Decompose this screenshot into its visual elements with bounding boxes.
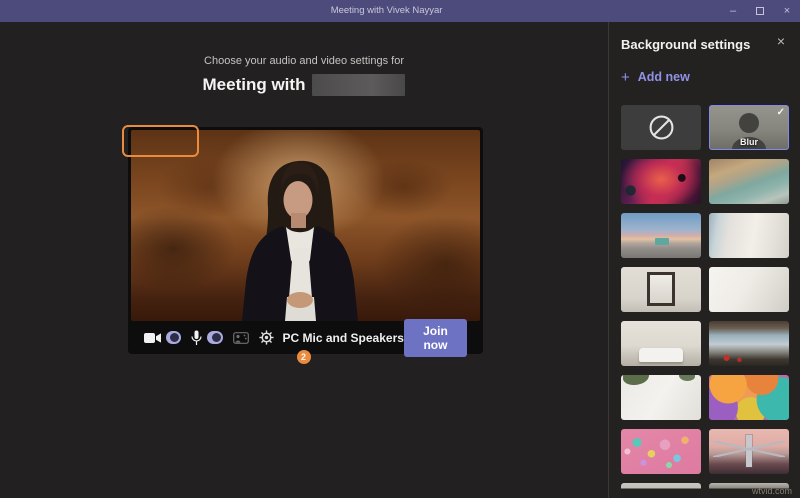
window-controls: – ×	[726, 0, 794, 22]
background-settings-panel: Background settings × + Add new ✓ Blur 1	[608, 22, 800, 498]
background-tile-colorful-balloons[interactable]	[709, 375, 789, 420]
none-icon	[648, 114, 675, 141]
selected-check-icon: ✓	[777, 107, 785, 118]
camera-icon	[144, 332, 161, 344]
camera-toggle[interactable]	[166, 331, 181, 344]
panel-title: Background settings	[621, 37, 750, 52]
camera-preview	[131, 130, 480, 321]
background-tile-white-bedroom[interactable]	[621, 321, 701, 366]
annotation-badge-step2: 2	[297, 350, 311, 364]
background-tile-none[interactable]	[621, 105, 701, 150]
mic-icon	[191, 330, 202, 346]
video-preview-stage: PC Mic and Speakers Join now 2	[128, 127, 483, 354]
redacted-meeting-name	[312, 74, 405, 96]
background-tile-blur[interactable]: ✓ Blur 1	[709, 105, 789, 150]
prejoin-main: Choose your audio and video settings for…	[0, 22, 608, 498]
settings-gear-icon[interactable]	[259, 330, 274, 345]
background-effects-icon[interactable]	[233, 332, 249, 344]
device-toolbar: PC Mic and Speakers Join now 2	[131, 321, 480, 354]
panel-close-icon[interactable]: ×	[777, 33, 785, 49]
mic-toggle[interactable]	[207, 331, 222, 344]
background-tile-bright-minimal-room[interactable]	[709, 267, 789, 312]
maximize-icon	[756, 7, 764, 15]
add-new-button[interactable]: + Add new	[621, 70, 800, 84]
title-bar: Meeting with Vivek Nayyar – ×	[0, 0, 800, 22]
join-now-button[interactable]: Join now	[404, 319, 467, 357]
prejoin-subtitle: Choose your audio and video settings for	[0, 55, 608, 67]
meeting-title-row: Meeting with	[0, 74, 608, 96]
watermark: wtvid.com	[752, 486, 792, 496]
maximize-button[interactable]	[753, 0, 767, 22]
add-new-label: Add new	[638, 70, 690, 84]
background-tile-mirror-room[interactable]	[621, 267, 701, 312]
background-tile-white-room-window[interactable]	[709, 213, 789, 258]
person-silhouette	[131, 130, 480, 321]
background-tile-desert-campsite[interactable]	[621, 213, 701, 258]
panel-header: Background settings ×	[609, 22, 800, 54]
toggle-knob	[170, 333, 179, 342]
close-button[interactable]: ×	[780, 0, 794, 22]
blur-silhouette-head	[739, 113, 759, 133]
window-title: Meeting with Vivek Nayyar	[331, 0, 443, 22]
toggle-knob	[212, 333, 221, 342]
background-tile-pastel-balloons[interactable]	[621, 429, 701, 474]
device-label[interactable]: PC Mic and Speakers	[283, 331, 404, 345]
meeting-title: Meeting with	[203, 75, 306, 95]
plus-icon: +	[621, 71, 630, 84]
background-grid: ✓ Blur 1	[621, 105, 790, 498]
background-tile-plant-interior[interactable]	[621, 375, 701, 420]
blur-label: Blur	[710, 137, 788, 147]
minimize-button[interactable]: –	[726, 0, 740, 22]
background-tile-bridge-illustration[interactable]	[709, 429, 789, 474]
background-tile-concert-lights[interactable]	[621, 159, 701, 204]
background-tile-industrial-loft[interactable]	[709, 321, 789, 366]
background-tile-office-space[interactable]	[709, 159, 789, 204]
background-tile-partial-left[interactable]	[621, 483, 701, 498]
